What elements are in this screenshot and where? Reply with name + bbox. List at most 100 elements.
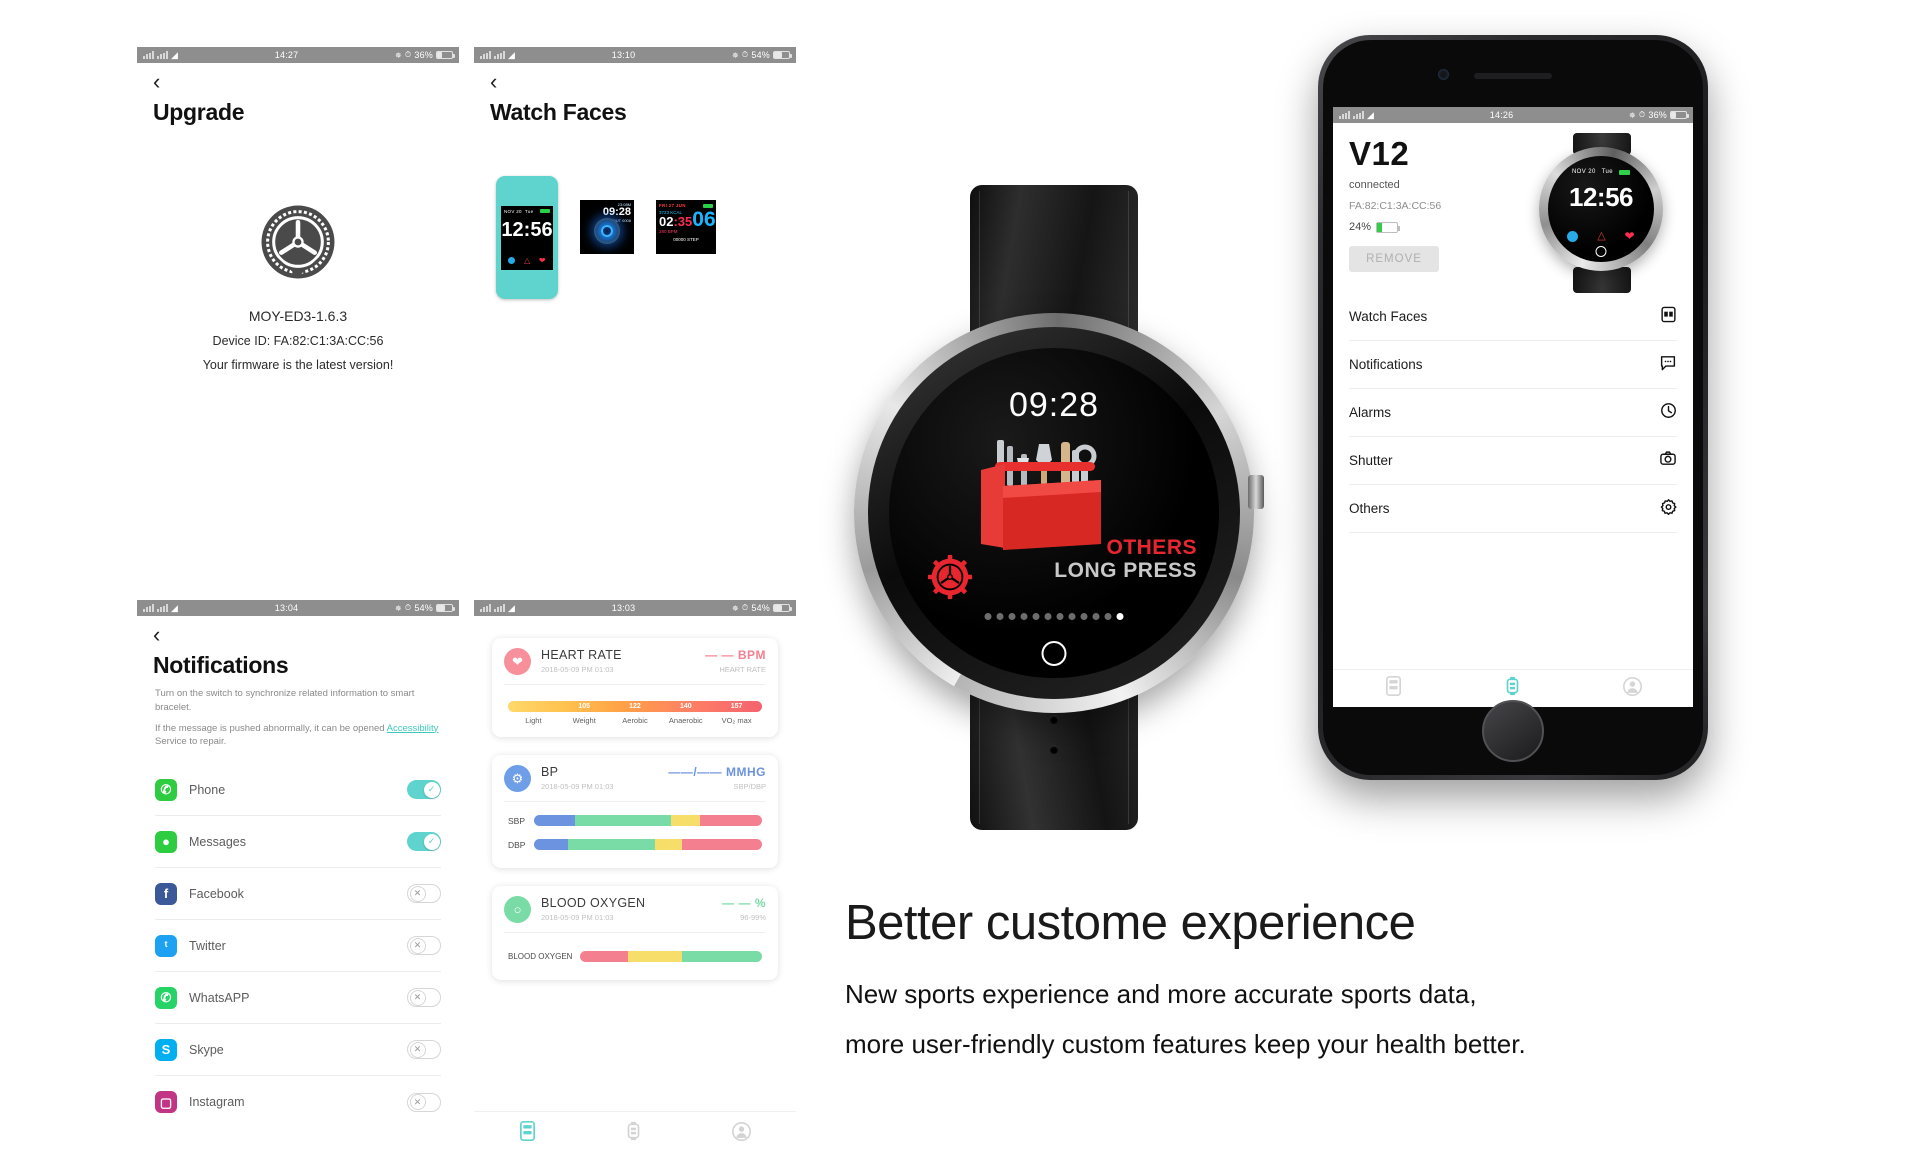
battery-icon: [772, 604, 792, 612]
status-battery-pct: 36%: [414, 50, 433, 60]
tab-data[interactable]: [519, 1121, 536, 1144]
marketing-copy: Better custome experience New sports exp…: [845, 895, 1845, 1065]
back-chevron-icon[interactable]: ‹: [137, 616, 459, 646]
connection-status: connected: [1349, 179, 1400, 191]
back-chevron-icon[interactable]: ‹: [474, 63, 796, 93]
desc-post: Service to repair.: [155, 736, 227, 748]
device-battery-icon: [1376, 221, 1401, 233]
notification-toggle[interactable]: ✕: [407, 1092, 441, 1112]
subcopy-line-2: more user-friendly custom features keep …: [845, 1029, 1526, 1060]
desc-pre: If the message is pushed abnormally, it …: [155, 722, 387, 734]
heart-rate-zone-value: 157: [730, 703, 743, 710]
bluetooth-icon: ✵: [1629, 110, 1636, 120]
page-dot: [1056, 613, 1064, 620]
watch-preview-case: NOV 20 Tue 12:56 △ ❤: [1539, 147, 1663, 271]
tab-device[interactable]: [626, 1121, 641, 1144]
card-date: 2018-05-09 PM 01:03: [541, 665, 614, 674]
toggle-knob: ✓: [423, 833, 440, 850]
notification-toggle[interactable]: ✓: [407, 832, 441, 852]
menu-item-others[interactable]: Others: [1349, 485, 1677, 533]
notifications-description-1: Turn on the switch to synchronize relate…: [155, 688, 415, 713]
alarm-mute-icon: ⏱: [1638, 110, 1646, 119]
blood-pressure-icon: ⚙: [504, 765, 531, 792]
status-bar: ◢ 13:03 ✵ ⏱ 54%: [474, 600, 796, 616]
page-dot: [1068, 613, 1076, 620]
tab-device[interactable]: [1505, 676, 1520, 701]
watch-face-icon: [1660, 306, 1677, 327]
back-chevron-icon[interactable]: ‹: [137, 63, 459, 93]
bp-track: [534, 815, 762, 826]
signal-bars-icon: [1353, 111, 1364, 119]
blood-oxygen-icon: ○: [504, 896, 531, 923]
preview-home-button: [1595, 246, 1607, 257]
notification-toggle[interactable]: ✕: [407, 988, 441, 1008]
notification-app-label: WhatsAPP: [189, 990, 250, 1005]
device-battery-label: 24%: [1349, 221, 1372, 233]
battery-icon: [435, 604, 455, 612]
tab-profile[interactable]: [731, 1121, 751, 1144]
heart-rate-zone-value: 105: [578, 703, 591, 710]
notification-toggle[interactable]: ✓: [407, 780, 441, 800]
heart-rate-card[interactable]: ❤ HEART RATE 2018-05-09 PM 01:03 — — BPM…: [492, 638, 778, 737]
card-value: ——/—— MMHG: [668, 765, 766, 779]
remove-button[interactable]: REMOVE: [1349, 246, 1439, 272]
status-bar: ◢ 13:10 ✵ ⏱ 54%: [474, 47, 796, 63]
notifications-screen: ◢ 13:04 ✵ ⏱ 54% ‹ Notifications Turn on …: [137, 600, 459, 1153]
face-heart-icon: ❤: [538, 255, 546, 265]
blood-oxygen-card[interactable]: ○ BLOOD OXYGEN 2018-05-09 PM 01:03 — — %…: [492, 886, 778, 980]
face-battery-icon: [703, 203, 713, 208]
blood-oxygen-bar: [580, 951, 762, 962]
watch-face-option-sport-red[interactable]: FRI 27 JUN 3723 KCAL 02:35 280 BPM 06 00…: [656, 200, 716, 254]
iphone-home-button[interactable]: [1482, 700, 1544, 762]
watch-face-option-orb-blue[interactable]: 23:08M 09:28 OUT 0008: [580, 200, 634, 254]
notification-row: ✆ WhatsAPP ✕: [155, 972, 441, 1025]
face-date: FRI 27 JUN: [659, 203, 686, 208]
menu-item-shutter[interactable]: Shutter: [1349, 437, 1677, 485]
blood-pressure-card[interactable]: ⚙ BP 2018-05-09 PM 01:03 ——/—— MMHG SBP/…: [492, 755, 778, 868]
tab-data[interactable]: [1385, 676, 1402, 701]
page-dot: [1092, 613, 1100, 620]
page-title: Notifications: [153, 652, 289, 678]
twitter-app-icon: ᵗ: [155, 934, 177, 957]
signal-bars-icon: [143, 604, 154, 612]
notification-toggle[interactable]: ✕: [407, 936, 441, 956]
accessibility-link[interactable]: Accessibility: [387, 723, 439, 734]
card-value: — — %: [722, 896, 766, 910]
battery-icon: [435, 51, 455, 59]
watch-face-option-digital-teal[interactable]: NOV 20 Tue 12:56 △ ❤: [496, 176, 558, 299]
menu-item-watch-faces[interactable]: Watch Faces: [1349, 293, 1677, 341]
bluetooth-icon: ✵: [732, 603, 739, 613]
status-time: 14:27: [274, 50, 299, 60]
notification-toggle[interactable]: ✕: [407, 884, 441, 904]
toggle-knob: ✕: [409, 1041, 426, 1058]
signal-bars-icon: [480, 51, 491, 59]
face-bpm: 280 BPM: [659, 229, 678, 234]
watch-crown-button[interactable]: [1248, 475, 1264, 509]
tab-profile[interactable]: [1622, 676, 1642, 701]
page-dot: [1044, 613, 1052, 620]
page-dot: [984, 613, 992, 620]
watch-home-button[interactable]: [1041, 641, 1067, 666]
heart-rate-zone-label: Aerobic: [622, 716, 648, 725]
bluetooth-icon: ✵: [732, 50, 739, 60]
card-unit: 96-99%: [740, 913, 766, 922]
watch-menu-title: OTHERS: [1106, 535, 1197, 559]
card-unit: HEART RATE: [719, 665, 766, 674]
health-data-screen: ◢ 13:03 ✵ ⏱ 54% ❤ HEART RATE 2018-05-09 …: [474, 600, 796, 1153]
heart-rate-zone-label: Anaerobic: [668, 716, 703, 725]
whatsapp-app-icon: ✆: [155, 986, 177, 1009]
face-battery-icon: [540, 209, 550, 213]
watch-menu-label: OTHERS LONG PRESS: [1054, 535, 1197, 582]
menu-item-label: Watch Faces: [1349, 309, 1428, 324]
menu-item-notifications[interactable]: Notifications: [1349, 341, 1677, 389]
watch-preview-image: NOV 20 Tue 12:56 △ ❤: [1527, 133, 1677, 293]
notification-toggle[interactable]: ✕: [407, 1040, 441, 1060]
menu-item-alarms[interactable]: Alarms: [1349, 389, 1677, 437]
watch-screen[interactable]: 09:28 OTHERS LONG PRESS: [889, 348, 1219, 678]
blood-pressure-row: DBP: [508, 839, 762, 850]
face-steps-icon: [508, 257, 516, 264]
alarm-mute-icon: ⏱: [741, 603, 749, 612]
headline: Better custome experience: [845, 896, 1416, 950]
iphone-device: ◢ 14:26 ✵ ⏱ 36% V12 connected FA:82:C1:3…: [1318, 35, 1708, 780]
preview-time: 12:56: [1569, 182, 1634, 212]
